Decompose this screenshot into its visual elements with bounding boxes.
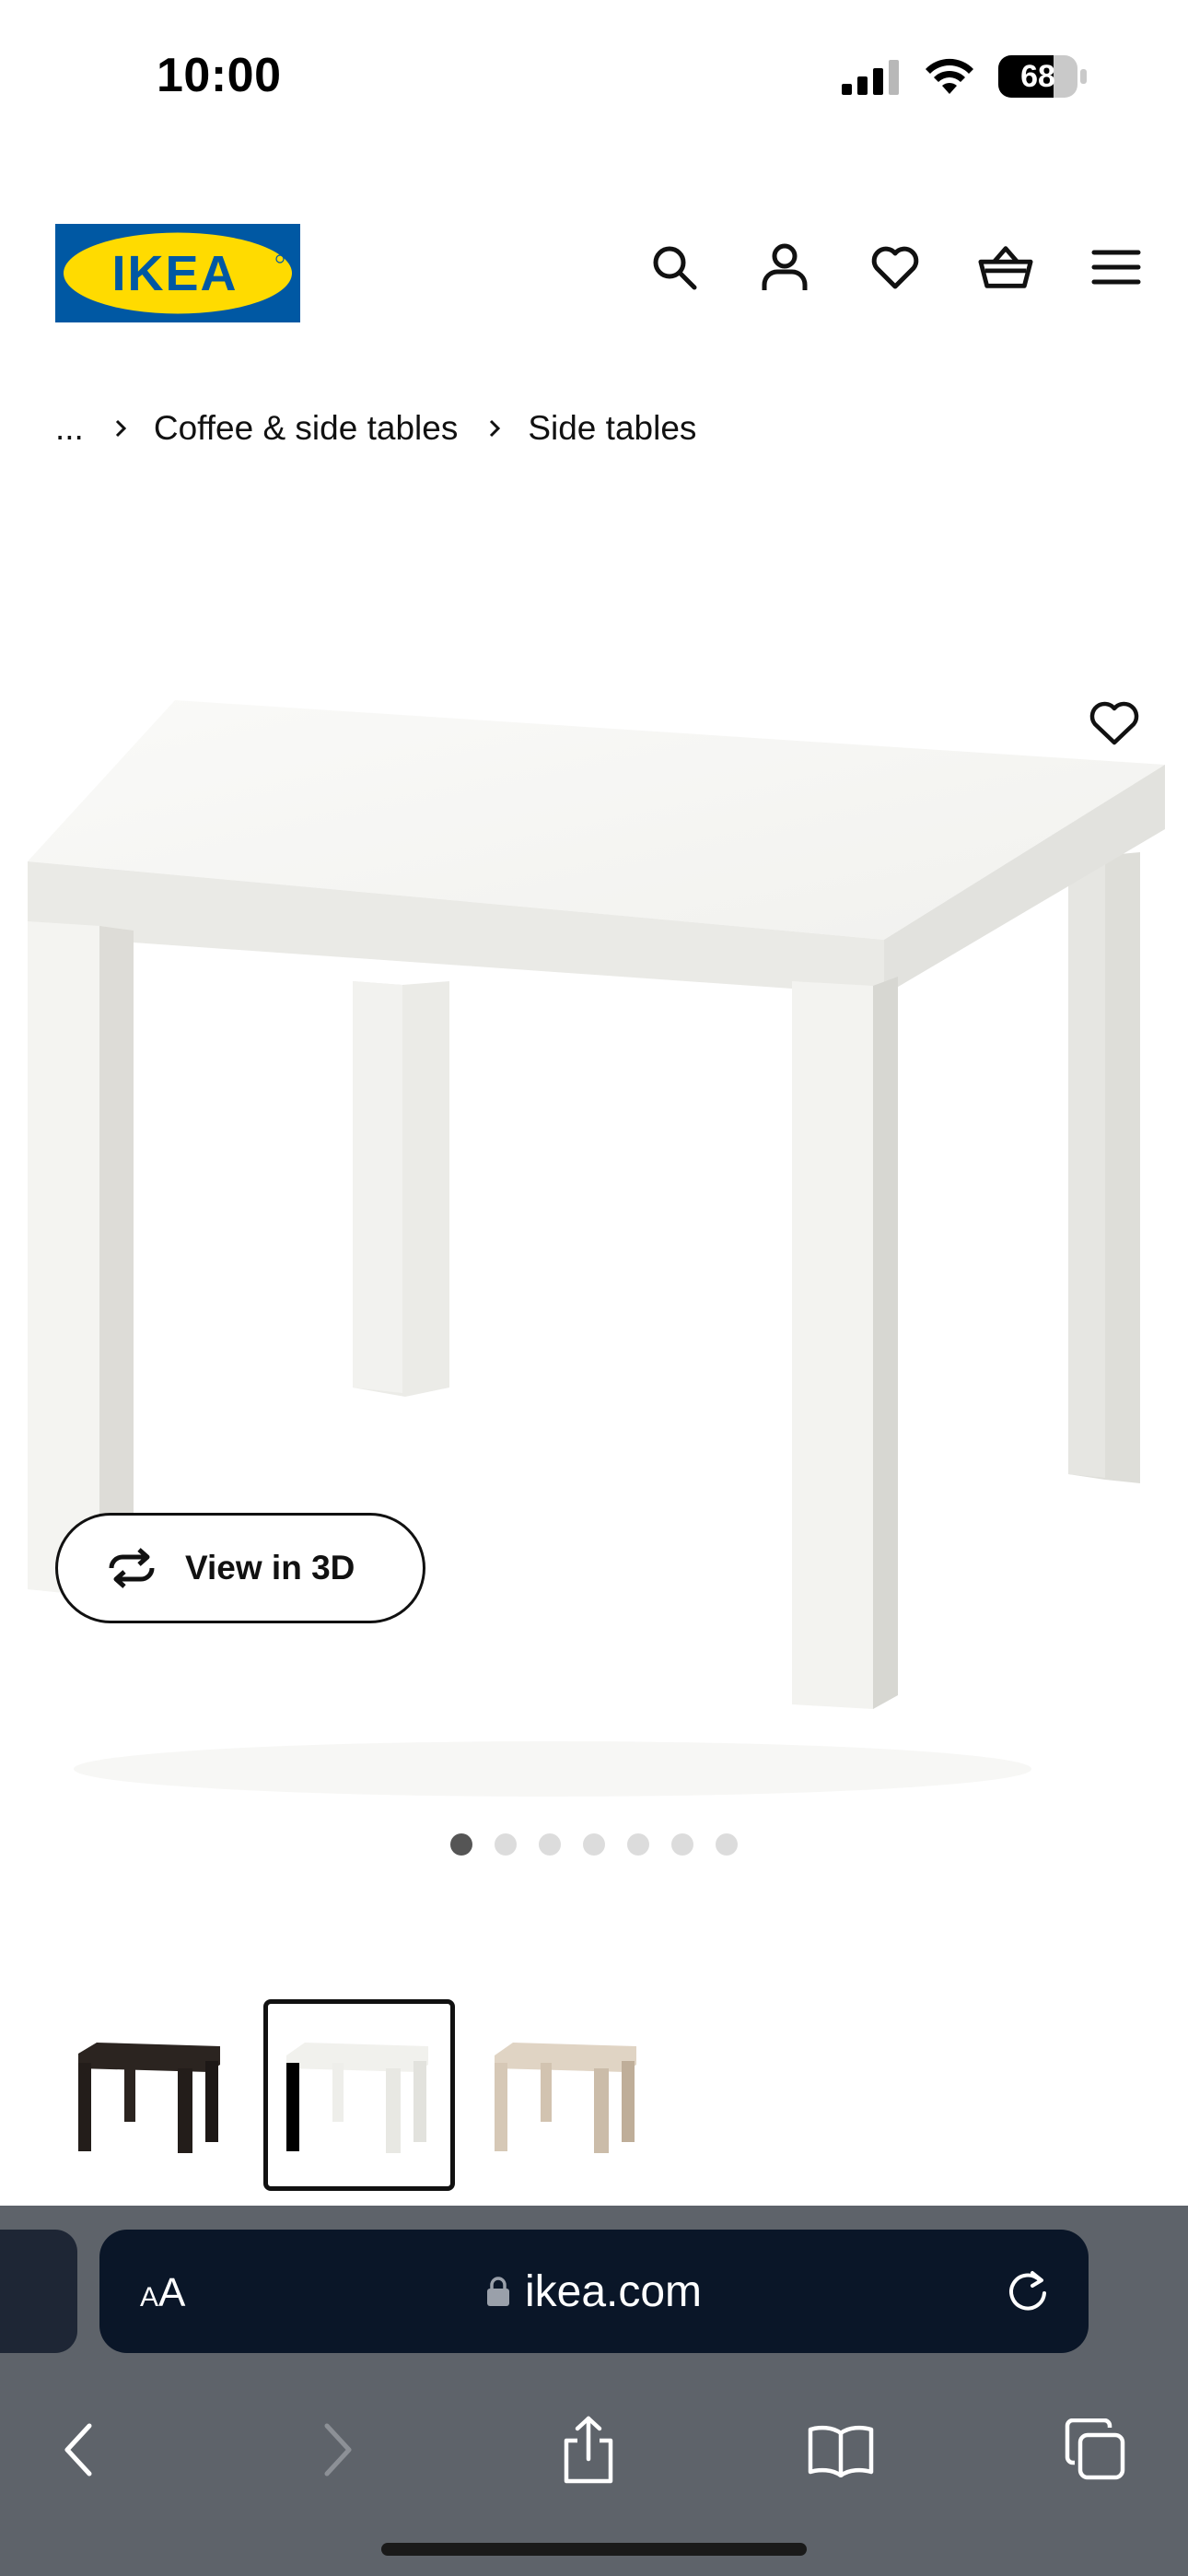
pagination-dot[interactable]: [583, 1833, 605, 1856]
search-icon: [653, 246, 697, 290]
text-size-small-a: A: [140, 2282, 159, 2313]
status-time: 10:00: [157, 49, 282, 102]
image-pagination: [0, 1833, 1188, 1856]
view-in-3d-label: View in 3D: [185, 1549, 355, 1587]
basket-icon: [978, 246, 1033, 288]
text-size-big-a: A: [158, 2270, 186, 2315]
chevron-right-icon: [485, 405, 504, 451]
forward-icon: [324, 2423, 352, 2476]
url-text: ikea.com: [524, 2266, 703, 2316]
reload-icon: [1009, 2271, 1046, 2311]
back-button[interactable]: [37, 2408, 120, 2491]
text-size-button[interactable]: A A: [140, 2230, 185, 2353]
view-in-3d-button[interactable]: View in 3D: [55, 1513, 425, 1623]
menu-icon: [1091, 250, 1141, 285]
product-image[interactable]: [0, 516, 1188, 1843]
variant-white-stained-oak[interactable]: [472, 1999, 663, 2191]
previous-tab-preview[interactable]: [0, 2230, 77, 2353]
pagination-dot[interactable]: [539, 1833, 561, 1856]
back-icon: [64, 2423, 92, 2476]
wifi-icon: [926, 58, 973, 94]
tabs-icon: [1065, 2418, 1125, 2480]
battery-indicator: 68: [998, 55, 1087, 98]
rotate-icon: [109, 1548, 155, 1588]
bookmarks-button[interactable]: [799, 2408, 882, 2491]
account-icon: [762, 243, 808, 290]
header-actions: [646, 240, 1144, 295]
menu-button[interactable]: [1089, 240, 1144, 295]
add-to-favorites-button[interactable]: [1077, 686, 1151, 760]
heart-outline-icon: [1089, 701, 1139, 745]
variant-white[interactable]: [263, 1999, 455, 2191]
product-page: 10:00 68 IKEA ... Coffee & side tables S…: [0, 0, 1188, 2576]
pagination-dot[interactable]: [495, 1833, 517, 1856]
favorites-button[interactable]: [868, 240, 923, 295]
pagination-dot[interactable]: [450, 1833, 472, 1856]
cellular-signal-icon: [842, 60, 899, 95]
chevron-right-icon: [111, 405, 130, 451]
ikea-logo[interactable]: IKEA: [55, 224, 300, 322]
forward-button[interactable]: [297, 2408, 379, 2491]
site-header: IKEA: [0, 212, 1188, 332]
variant-thumbnail-image: [78, 2043, 220, 2153]
search-button[interactable]: [646, 240, 702, 295]
reload-button[interactable]: [998, 2262, 1057, 2321]
status-icons: 68: [842, 55, 1087, 98]
svg-text:IKEA: IKEA: [111, 246, 238, 301]
pagination-dot[interactable]: [627, 1833, 649, 1856]
variant-thumbnail-image: [286, 2043, 428, 2153]
browser-chrome: A A ikea.com: [0, 2206, 1188, 2576]
pagination-dot[interactable]: [671, 1833, 693, 1856]
url-display: ikea.com: [99, 2230, 1089, 2353]
basket-button[interactable]: [978, 240, 1033, 295]
breadcrumb-coffee-side-tables[interactable]: Coffee & side tables: [154, 409, 458, 448]
home-indicator: [381, 2543, 807, 2556]
address-bar[interactable]: A A ikea.com: [99, 2230, 1089, 2353]
product-gallery: View in 3D: [0, 516, 1188, 1843]
breadcrumb-ellipsis[interactable]: ...: [55, 409, 84, 448]
tabs-button[interactable]: [1054, 2408, 1136, 2491]
battery-percentage: 68: [1020, 59, 1055, 94]
share-icon: [564, 2416, 613, 2484]
lock-icon: [486, 2277, 509, 2306]
bookmarks-icon: [808, 2425, 874, 2477]
status-bar: 10:00 68: [0, 0, 1188, 157]
breadcrumb-side-tables[interactable]: Side tables: [528, 409, 696, 448]
account-button[interactable]: [757, 240, 812, 295]
variant-thumbnail-image: [495, 2043, 636, 2153]
breadcrumb: ... Coffee & side tables Side tables: [55, 405, 696, 451]
heart-icon: [871, 246, 919, 289]
variant-black-brown[interactable]: [55, 1999, 247, 2191]
color-variants: [55, 1999, 663, 2191]
pagination-dot[interactable]: [716, 1833, 738, 1856]
browser-toolbar: [0, 2408, 1188, 2500]
share-button[interactable]: [547, 2408, 630, 2491]
